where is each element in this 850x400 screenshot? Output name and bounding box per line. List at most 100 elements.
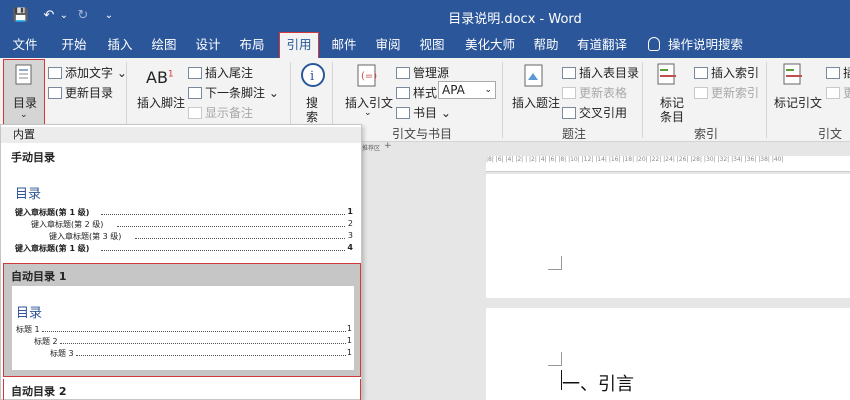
tab-references[interactable]: 引用 xyxy=(279,32,319,60)
insert-footnote-button[interactable]: 插入脚注 xyxy=(137,94,185,111)
auto-toc-1-preview: 目录 标题 11 标题 21 标题 31 xyxy=(12,286,354,370)
tab-insert[interactable]: 插入 xyxy=(102,36,138,58)
style-select[interactable]: APA ⌄ xyxy=(438,81,496,99)
tab-file[interactable]: 文件 xyxy=(8,36,42,58)
document-page-1[interactable] xyxy=(486,174,850,298)
auto-toc-1-option[interactable]: 自动目录 1 目录 标题 11 标题 21 标题 31 xyxy=(3,263,361,377)
divider xyxy=(502,62,503,138)
nav-pane-label: 推荐区 xyxy=(362,145,381,152)
next-footnote-button[interactable]: 下一条脚注 ⌄ xyxy=(188,84,279,101)
toc-document-icon xyxy=(15,64,32,85)
insert-caption-icon xyxy=(524,64,543,87)
update-toa-button: 更 xyxy=(826,84,850,101)
tab-mailings[interactable]: 邮件 xyxy=(326,36,362,58)
svg-text:i: i xyxy=(310,69,314,84)
search-label-2: 索 xyxy=(306,110,319,124)
cross-reference-button[interactable]: 交叉引用 xyxy=(562,104,627,121)
insert-index-icon xyxy=(694,67,708,79)
builtin-header: 内置 xyxy=(1,127,361,143)
smart-lookup-icon[interactable]: i xyxy=(300,62,326,88)
show-notes-button: 显示备注 xyxy=(188,104,253,121)
insert-index-button[interactable]: 插入索引 xyxy=(694,64,759,81)
mark-citation-icon xyxy=(783,63,802,85)
document-heading[interactable]: 一、引言 xyxy=(562,370,634,396)
style-dropdown-icon: ⌄ xyxy=(484,85,492,95)
margin-mark xyxy=(548,352,562,366)
mark-entry-icon xyxy=(657,63,676,85)
auto-toc-line: 标题 31 xyxy=(50,348,352,358)
insert-table-of-figures-button[interactable]: 插入表目录 xyxy=(562,64,639,81)
endnote-icon xyxy=(188,67,202,79)
auto-toc-2-name: 自动目录 2 xyxy=(11,385,67,398)
divider xyxy=(642,62,643,138)
bibliography-button[interactable]: 书目 ⌄ xyxy=(396,104,451,121)
manual-toc-option[interactable]: 手动目录 目录 键入章标题(第 1 级) 1 键入章标题(第 2 级) 2 键入章标… xyxy=(1,145,361,261)
auto-toc-2-option[interactable]: 自动目录 2 xyxy=(3,379,361,400)
show-notes-icon xyxy=(188,107,202,119)
manage-sources-icon xyxy=(396,67,410,79)
group-label-captions: 题注 xyxy=(562,127,587,141)
tab-design[interactable]: 设计 xyxy=(190,36,226,58)
insert-endnote-button[interactable]: 插入尾注 xyxy=(188,64,253,81)
add-pane-button[interactable]: + xyxy=(384,141,392,151)
tab-review[interactable]: 审阅 xyxy=(370,36,406,58)
divider xyxy=(766,62,767,138)
update-index-button: 更新索引 xyxy=(694,84,759,101)
manual-toc-title: 目录 xyxy=(15,187,42,202)
tab-view[interactable]: 视图 xyxy=(414,36,450,58)
auto-toc-line: 标题 11 xyxy=(16,324,352,334)
mark-citation-button[interactable]: 标记引文 xyxy=(774,94,822,111)
manual-toc-name: 手动目录 xyxy=(11,151,55,164)
ribbon-tabs: 文件 开始 插入 绘图 设计 布局 引用 邮件 审阅 视图 美化大师 帮助 有道… xyxy=(0,32,850,60)
lightbulb-icon xyxy=(648,37,660,51)
add-text-icon xyxy=(48,67,62,79)
group-label-index: 索引 xyxy=(694,127,719,141)
update-table-button: 更新表格 xyxy=(562,84,627,101)
add-text-button[interactable]: 添加文字 ⌄ xyxy=(48,64,127,81)
tab-layout[interactable]: 布局 xyxy=(234,36,270,58)
cross-reference-icon xyxy=(562,107,576,119)
update-toc-icon xyxy=(48,87,62,99)
svg-text:(=): (=) xyxy=(361,71,377,82)
manual-toc-line: 键入章标题(第 3 级) 3 xyxy=(49,231,353,241)
update-index-icon xyxy=(694,87,708,99)
manual-toc-line: 键入章标题(第 1 级) 1 xyxy=(15,207,353,217)
table-of-figures-icon xyxy=(562,67,576,79)
manual-toc-line: 键入章标题(第 2 级) 2 xyxy=(31,219,353,229)
style-icon xyxy=(396,87,410,99)
update-toc-button[interactable]: 更新目录 xyxy=(48,84,113,101)
tell-me-search[interactable]: 操作说明搜索 xyxy=(648,36,743,54)
insert-citation-dropdown-icon[interactable]: ⌄ xyxy=(364,108,372,118)
insert-toa-icon xyxy=(826,67,840,79)
next-footnote-icon xyxy=(188,87,202,99)
toc-gallery: 内置 手动目录 目录 键入章标题(第 1 级) 1 键入章标题(第 2 级) 2 键… xyxy=(0,124,362,400)
auto-toc-1-name: 自动目录 1 xyxy=(11,270,67,283)
manual-toc-line: 键入章标题(第 1 级) 4 xyxy=(15,243,353,253)
document-area: 推荐区 + |8| |6| |4| |2| | |2| |4| |6| |8| … xyxy=(362,141,850,400)
toc-button[interactable]: 目录 ⌄ xyxy=(3,59,45,131)
insert-toa-button[interactable]: 插 xyxy=(826,64,850,81)
tab-beautify-master[interactable]: 美化大师 xyxy=(462,36,518,58)
insert-caption-button[interactable]: 插入题注 xyxy=(512,94,560,111)
style-label: 样式: xyxy=(396,84,441,101)
margin-mark xyxy=(548,256,562,270)
tab-youdao-translate[interactable]: 有道翻译 xyxy=(572,36,632,58)
auto-toc-1-title: 目录 xyxy=(16,306,43,321)
tab-help[interactable]: 帮助 xyxy=(528,36,564,58)
footnote-ab-icon: AB1 xyxy=(146,68,174,87)
auto-toc-line: 标题 21 xyxy=(34,336,352,346)
toc-dropdown-icon: ⌄ xyxy=(20,110,28,120)
toc-label: 目录 xyxy=(13,96,38,110)
nav-pane-strip: 推荐区 + xyxy=(362,141,486,154)
bibliography-icon xyxy=(396,107,410,119)
update-table-icon xyxy=(562,87,576,99)
document-page-2[interactable]: 一、引言 xyxy=(486,308,850,400)
window-title: 目录说明.docx - Word xyxy=(448,12,582,27)
insert-citation-icon: (=) xyxy=(357,64,377,87)
tab-draw[interactable]: 绘图 xyxy=(146,36,182,58)
mark-entry-label-2[interactable]: 条目 xyxy=(660,108,684,125)
manage-sources-button[interactable]: 管理源 xyxy=(396,64,449,81)
tab-home[interactable]: 开始 xyxy=(56,36,92,58)
group-label-citations: 引文与书目 xyxy=(392,127,453,141)
horizontal-ruler[interactable]: |8| |6| |4| |2| | |2| |4| |6| |8| |10| |… xyxy=(486,156,850,172)
